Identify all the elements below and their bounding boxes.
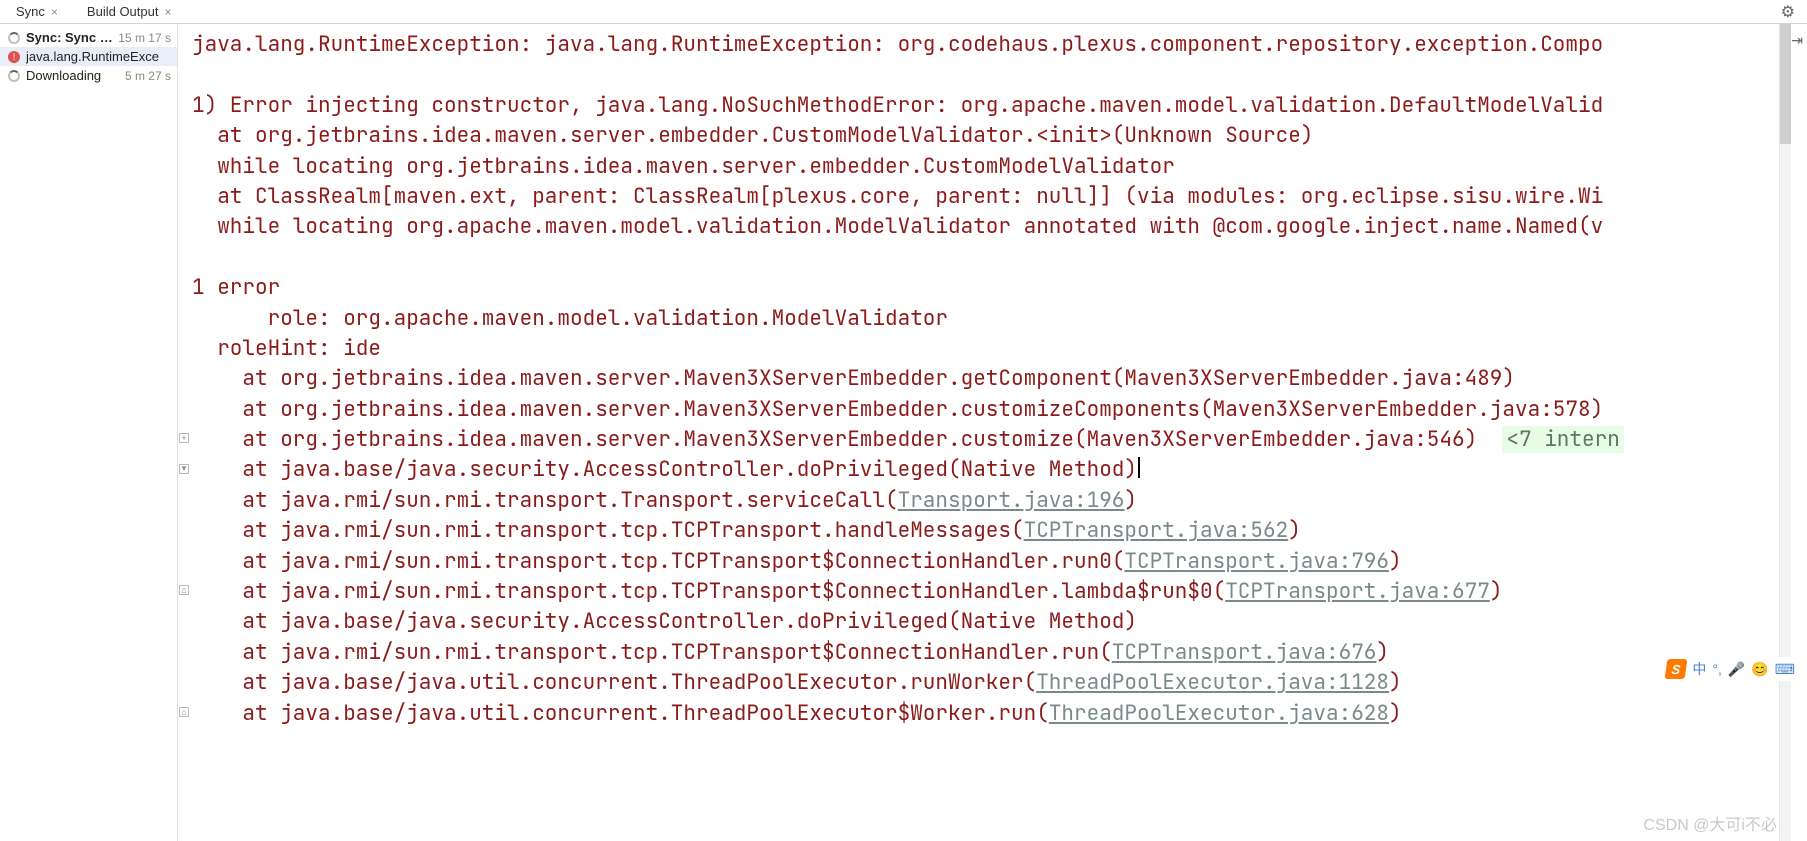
ime-lang[interactable]: 中 [1692, 659, 1706, 679]
mic-icon[interactable]: 🎤 [1728, 661, 1745, 678]
emoji-icon[interactable]: 😊 [1751, 661, 1768, 678]
editor-line[interactable]: at java.rmi/sun.rmi.transport.tcp.TCPTra… [192, 547, 1807, 577]
vertical-scrollbar[interactable] [1779, 24, 1791, 841]
gutter[interactable]: + ▾ ⌂ ⌂ [178, 24, 192, 841]
gutter-mark[interactable]: ▾ [179, 464, 189, 474]
gutter-mark[interactable]: ⌂ [179, 707, 189, 717]
gutter-mark[interactable]: + [179, 433, 189, 443]
source-link[interactable]: Transport.java:196 [898, 487, 1125, 514]
close-icon[interactable]: × [164, 5, 171, 19]
tabbar: Sync × Build Output × ⚙ [0, 0, 1807, 24]
editor-line[interactable]: at org.jetbrains.idea.maven.server.embed… [192, 121, 1807, 151]
editor-line[interactable]: while locating org.apache.maven.model.va… [192, 212, 1807, 242]
editor-line[interactable]: while locating org.jetbrains.idea.maven.… [192, 152, 1807, 182]
ime-toolbar[interactable]: S 中 °, 🎤 😊 ⌨ [1662, 657, 1799, 681]
tab-sync[interactable]: Sync × [6, 2, 69, 21]
editor-line[interactable]: at java.rmi/sun.rmi.transport.tcp.TCPTra… [192, 577, 1807, 607]
editor-line[interactable]: at java.base/java.util.concurrent.Thread… [192, 699, 1807, 729]
scrollbar-thumb[interactable] [1780, 24, 1791, 144]
editor-line[interactable]: at java.rmi/sun.rmi.transport.tcp.TCPTra… [192, 638, 1807, 668]
editor-line[interactable]: at java.rmi/sun.rmi.transport.Transport.… [192, 486, 1807, 516]
tab-label: Sync [16, 4, 45, 19]
app-root: Sync × Build Output × ⚙ ⇥ Sync: Sync Sec… [0, 0, 1807, 841]
tab-label: Build Output [87, 4, 159, 19]
sidebar-item-label: Downloading [26, 68, 121, 83]
spinner-icon [6, 32, 22, 44]
fold-region[interactable]: <7 intern [1502, 426, 1623, 453]
editor-line[interactable]: at org.jetbrains.idea.maven.server.Maven… [192, 395, 1807, 425]
editor-line[interactable]: at org.jetbrains.idea.maven.server.Maven… [192, 364, 1807, 394]
keyboard-icon[interactable]: ⌨ [1775, 661, 1795, 678]
source-link[interactable]: TCPTransport.java:562 [1024, 517, 1289, 544]
tab-build-output[interactable]: Build Output × [77, 2, 183, 21]
editor-line[interactable]: at java.base/java.util.concurrent.Thread… [192, 668, 1807, 698]
editor-line[interactable]: roleHint: ide [192, 334, 1807, 364]
editor-line[interactable]: at org.jetbrains.idea.maven.server.Maven… [192, 425, 1807, 455]
source-link[interactable]: TCPTransport.java:676 [1112, 639, 1377, 666]
editor[interactable]: java.lang.RuntimeException: java.lang.Ru… [192, 24, 1807, 841]
sidebar-item-downloading[interactable]: Downloading 5 m 27 s [0, 66, 177, 85]
sogou-icon[interactable]: S [1665, 659, 1688, 679]
gutter-mark[interactable]: ⌂ [179, 585, 189, 595]
sidebar-item-error[interactable]: ! java.lang.RuntimeExce [0, 47, 177, 66]
source-link[interactable]: ThreadPoolExecutor.java:1128 [1036, 669, 1389, 696]
editor-line[interactable]: java.lang.RuntimeException: java.lang.Ru… [192, 30, 1807, 60]
error-icon: ! [6, 51, 22, 63]
editor-line[interactable]: role: org.apache.maven.model.validation.… [192, 304, 1807, 334]
main-pane: Sync: Sync Sec 15 m 17 s ! java.lang.Run… [0, 24, 1807, 841]
sidebar-item-time: 15 m 17 s [118, 31, 171, 45]
sidebar-item-label: java.lang.RuntimeExce [26, 49, 171, 64]
source-link[interactable]: TCPTransport.java:677 [1225, 578, 1490, 605]
source-link[interactable]: TCPTransport.java:796 [1124, 548, 1389, 575]
editor-line[interactable]: at ClassRealm[maven.ext, parent: ClassRe… [192, 182, 1807, 212]
source-link[interactable]: ThreadPoolExecutor.java:628 [1049, 700, 1389, 727]
spinner-icon [6, 70, 22, 82]
sidebar-item-sync[interactable]: Sync: Sync Sec 15 m 17 s [0, 28, 177, 47]
editor-line[interactable]: at java.rmi/sun.rmi.transport.tcp.TCPTra… [192, 516, 1807, 546]
editor-line[interactable]: at java.base/java.security.AccessControl… [192, 607, 1807, 637]
editor-wrap: + ▾ ⌂ ⌂ java.lang.RuntimeException: java.la… [178, 24, 1807, 841]
gear-icon[interactable]: ⚙ [1781, 2, 1795, 22]
editor-line[interactable] [192, 60, 1807, 90]
editor-line[interactable]: at java.base/java.security.AccessControl… [192, 455, 1807, 485]
sidebar: Sync: Sync Sec 15 m 17 s ! java.lang.Run… [0, 24, 178, 841]
editor-line[interactable]: 1 error [192, 273, 1807, 303]
editor-line[interactable] [192, 243, 1807, 273]
ime-dots[interactable]: °, [1712, 661, 1722, 677]
close-icon[interactable]: × [51, 5, 58, 19]
sidebar-item-label: Sync: Sync Sec [26, 30, 114, 45]
sidebar-item-time: 5 m 27 s [125, 69, 171, 83]
editor-line[interactable]: 1) Error injecting constructor, java.lan… [192, 91, 1807, 121]
watermark: CSDN @大可i不必 [1643, 811, 1777, 835]
